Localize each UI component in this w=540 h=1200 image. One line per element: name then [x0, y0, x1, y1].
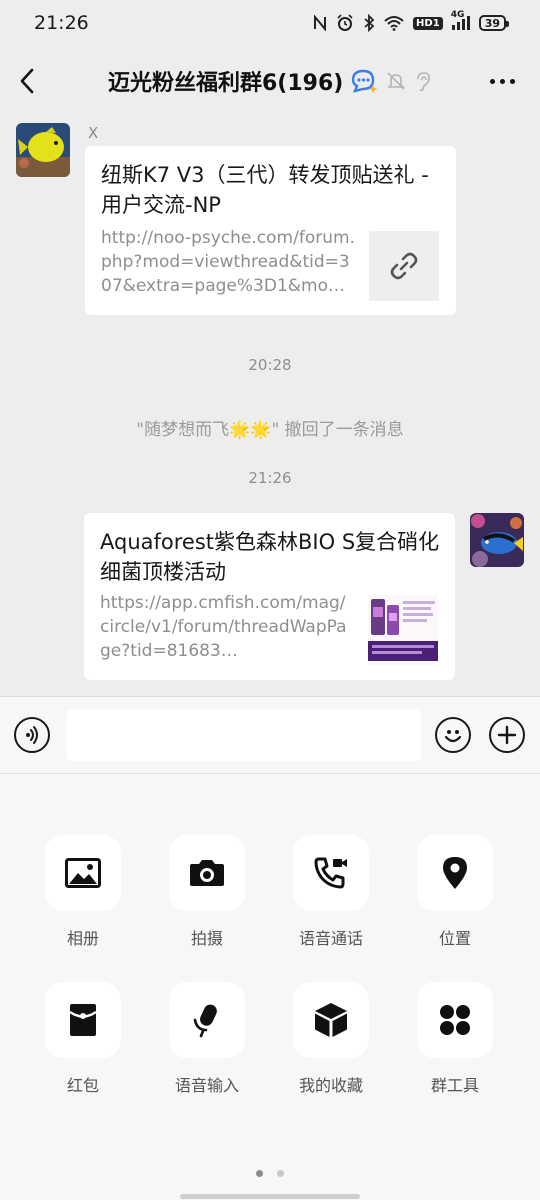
link-thumbnail [368, 595, 438, 665]
sender-name: X [88, 124, 99, 142]
voice-icon [26, 726, 38, 744]
network-type: 4G [450, 10, 465, 20]
voice-input-icon [193, 1004, 217, 1038]
voice-button[interactable] [14, 717, 50, 753]
tool-location[interactable]: 位置 [400, 835, 510, 949]
tool-voice-call[interactable]: 语音通话 [276, 835, 386, 949]
favorites-icon [315, 1003, 347, 1037]
chat-ai-icon[interactable] [349, 67, 379, 95]
camera-icon [190, 860, 224, 886]
tool-tile[interactable] [293, 835, 369, 911]
nfc-icon [314, 15, 327, 31]
plus-icon [497, 725, 517, 745]
tool-label: 语音输入 [174, 1076, 239, 1095]
more-icon [489, 78, 495, 84]
product-image [368, 595, 438, 665]
emoji-button[interactable] [435, 717, 471, 753]
timestamp: 21:26 [248, 469, 292, 487]
tool-tile[interactable] [169, 835, 245, 911]
wifi-icon [384, 16, 404, 31]
album-icon [65, 858, 101, 888]
link-url: http://noo-psyche.com/forum.php?mod=view… [101, 228, 355, 296]
status-time: 21:26 [34, 12, 89, 34]
voice-call-icon [314, 857, 347, 889]
yellow-fish-avatar-image [16, 123, 70, 177]
page-dot[interactable] [277, 1170, 284, 1177]
location-icon [443, 857, 467, 889]
hd-badge: HD1 [413, 16, 443, 30]
home-indicator[interactable] [180, 1194, 360, 1199]
message-input[interactable] [66, 709, 421, 761]
more-icon-dot [499, 78, 505, 84]
tool-album[interactable]: 相册 [28, 835, 138, 949]
link-title: 纽斯K7 V3（三代）转发顶贴送礼 - 用户交流-NP [101, 163, 429, 217]
chat-title: 迈光粉丝福利群6(196) [108, 71, 344, 96]
timestamp: 20:28 [248, 356, 292, 374]
mute-bell-icon [387, 72, 406, 90]
tool-camera[interactable]: 拍摄 [152, 835, 262, 949]
status-bar: 21:26 HD1 4G 39 [0, 0, 540, 46]
chat-header: 迈光粉丝福利群6(196) [0, 50, 540, 112]
page-dot-active[interactable] [256, 1170, 263, 1177]
signal-icon: 4G [451, 10, 470, 30]
plus-button[interactable] [489, 717, 525, 753]
status-icons: HD1 4G 39 [313, 10, 510, 32]
battery-indicator: 39 [478, 15, 510, 31]
ear-icon [417, 72, 431, 92]
tool-group-tools[interactable]: 群工具 [400, 982, 510, 1096]
blue-fish-avatar-image [470, 513, 524, 567]
link-icon [390, 252, 418, 280]
tool-label: 语音通话 [298, 929, 363, 948]
tool-label: 拍摄 [190, 929, 223, 948]
link-message-card[interactable]: 纽斯K7 V3（三代）转发顶贴送礼 - 用户交流-NP http://noo-p… [85, 146, 456, 315]
tool-label: 群工具 [430, 1076, 479, 1095]
red-packet-icon [69, 1004, 97, 1036]
link-url: https://app.cmfish.com/mag/circle/v1/for… [100, 593, 347, 661]
link-message-card[interactable]: Aquaforest紫色森林BIO S复合硝化细菌顶楼活动 https://ap… [84, 513, 455, 680]
recall-notice: "随梦想而飞🌟🌟" 撤回了一条消息 [136, 420, 404, 440]
group-tools-icon [440, 1005, 470, 1035]
tool-tile[interactable] [293, 982, 369, 1058]
avatar[interactable] [470, 513, 524, 567]
input-bar [0, 696, 540, 774]
back-icon [20, 68, 34, 94]
bluetooth-icon [364, 14, 375, 32]
more-button[interactable] [486, 66, 518, 96]
tool-red-packet[interactable]: 红包 [28, 982, 138, 1096]
more-icon-dot [509, 78, 515, 84]
tool-label: 红包 [66, 1076, 99, 1095]
tool-tile[interactable] [45, 982, 121, 1058]
tool-tile[interactable] [417, 982, 493, 1058]
tool-tile[interactable] [417, 835, 493, 911]
emoji-icon [444, 730, 462, 743]
page-indicator [0, 1170, 540, 1177]
tool-voice-input[interactable]: 语音输入 [152, 982, 262, 1096]
avatar[interactable] [16, 123, 70, 177]
tool-label: 位置 [438, 929, 471, 948]
back-button[interactable] [14, 64, 44, 98]
link-thumbnail [369, 231, 439, 301]
tool-label: 我的收藏 [298, 1076, 363, 1095]
tool-label: 相册 [66, 929, 99, 948]
chat-title-group[interactable]: 迈光粉丝福利群6(196) [108, 62, 433, 100]
link-title: Aquaforest紫色森林BIO S复合硝化细菌顶楼活动 [100, 530, 440, 584]
tool-favorites[interactable]: 我的收藏 [276, 982, 386, 1096]
tool-tile[interactable] [45, 835, 121, 911]
tool-tile[interactable] [169, 982, 245, 1058]
alarm-icon [337, 14, 353, 31]
